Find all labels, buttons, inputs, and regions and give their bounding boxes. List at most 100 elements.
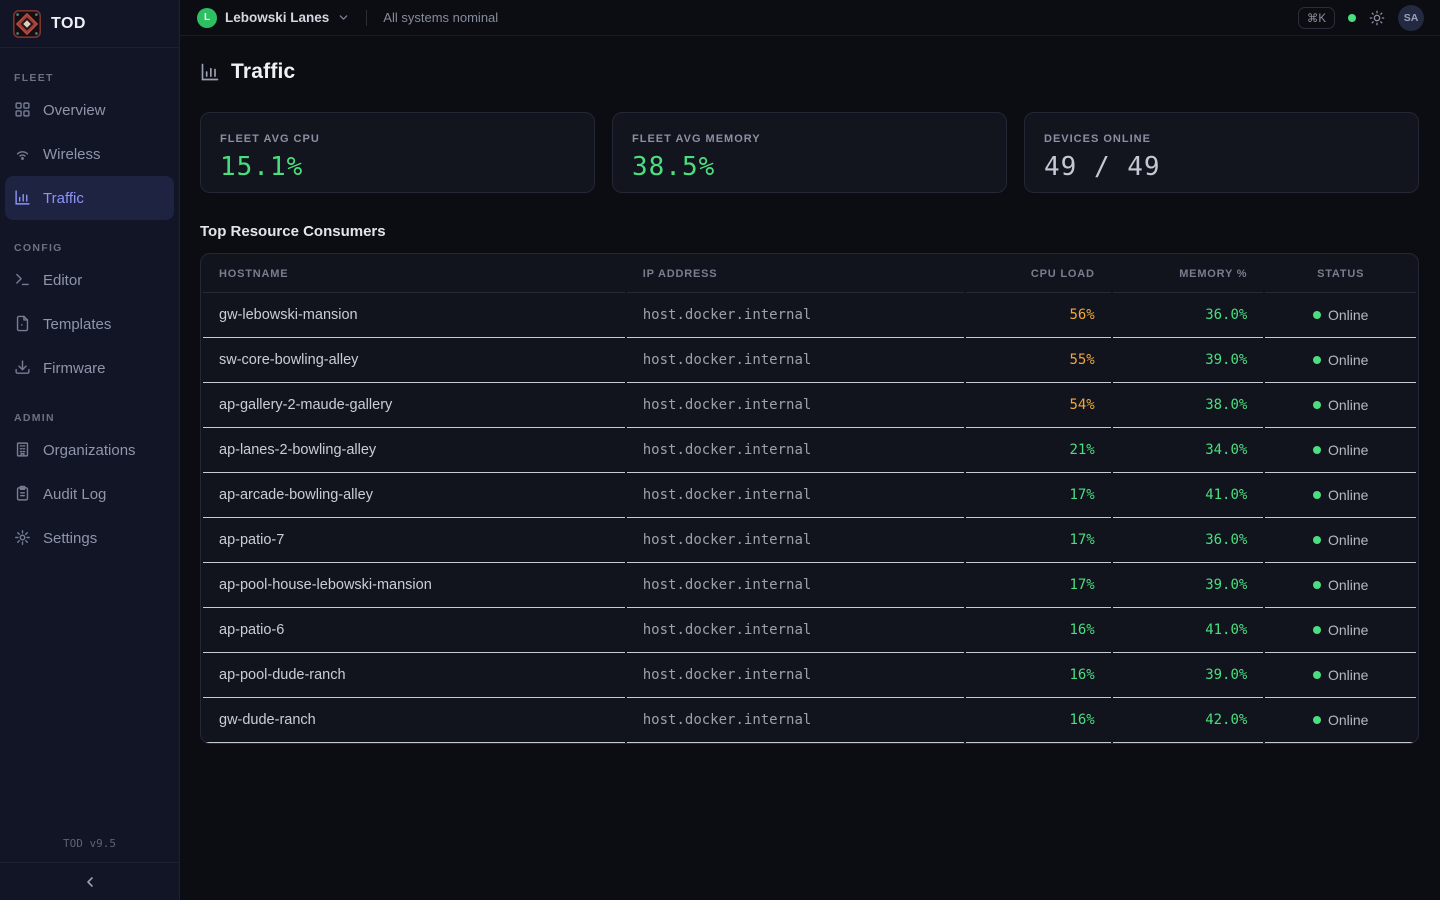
cpu-load-cell: 56% (966, 293, 1111, 338)
sidebar-item-firmware[interactable]: Firmware (5, 346, 174, 390)
online-status-dot (1313, 311, 1321, 319)
status-text: Online (1328, 532, 1368, 548)
status-cell: Online (1265, 698, 1416, 743)
ip-address-cell: host.docker.internal (627, 293, 964, 338)
ip-address-cell: host.docker.internal (627, 518, 964, 563)
content: Traffic FLEET AVG CPU15.1%FLEET AVG MEMO… (180, 36, 1440, 900)
hostname-cell: ap-patio-6 (203, 608, 625, 653)
hostname-cell: sw-core-bowling-alley (203, 338, 625, 383)
sidebar-item-organizations[interactable]: Organizations (5, 428, 174, 472)
status-text: Online (1328, 577, 1368, 593)
stat-value: 15.1% (220, 152, 575, 182)
system-status-text: All systems nominal (383, 10, 498, 25)
column-header-ip-address: IP ADDRESS (627, 254, 964, 293)
stat-card-fleet-avg-cpu: FLEET AVG CPU15.1% (200, 112, 595, 193)
bar-chart-icon (200, 62, 220, 82)
cpu-load-cell: 17% (966, 563, 1111, 608)
status-cell: Online (1265, 518, 1416, 563)
status-cell: Online (1265, 383, 1416, 428)
table-row: ap-lanes-2-bowling-alleyhost.docker.inte… (203, 428, 1416, 473)
sidebar-item-editor[interactable]: Editor (5, 258, 174, 302)
hostname-cell: ap-lanes-2-bowling-alley (203, 428, 625, 473)
ip-address-cell: host.docker.internal (627, 698, 964, 743)
stat-value: 49 / 49 (1044, 152, 1399, 182)
stat-label: DEVICES ONLINE (1044, 133, 1399, 145)
health-status-dot (1348, 14, 1356, 22)
table-row: gw-lebowski-mansionhost.docker.internal5… (203, 293, 1416, 338)
ip-address-cell: host.docker.internal (627, 563, 964, 608)
hostname-cell: ap-gallery-2-maude-gallery (203, 383, 625, 428)
main-column: L Lebowski Lanes All systems nominal ⌘K … (180, 0, 1440, 900)
online-status-dot (1313, 401, 1321, 409)
cpu-load-cell: 17% (966, 473, 1111, 518)
ip-address-cell: host.docker.internal (627, 608, 964, 653)
sidebar-item-wireless[interactable]: Wireless (5, 132, 174, 176)
sidebar-item-templates[interactable]: Templates (5, 302, 174, 346)
online-status-dot (1313, 446, 1321, 454)
sidebar-collapse-button[interactable] (75, 867, 105, 897)
nav-section-label: FLEET (5, 72, 174, 84)
table-section-title: Top Resource Consumers (200, 223, 1419, 240)
hostname-cell: ap-pool-dude-ranch (203, 653, 625, 698)
top-consumers-table-card: HOSTNAMEIP ADDRESSCPU LOADMEMORY %STATUS… (200, 253, 1419, 744)
table-body: gw-lebowski-mansionhost.docker.internal5… (203, 293, 1416, 743)
topbar-right: ⌘K SA (1298, 5, 1424, 31)
sidebar-item-label: Wireless (43, 146, 101, 163)
building-icon (14, 441, 32, 459)
status-text: Online (1328, 712, 1368, 728)
stat-label: FLEET AVG MEMORY (632, 133, 987, 145)
sidebar-item-audit-log[interactable]: Audit Log (5, 472, 174, 516)
org-avatar: L (197, 8, 217, 28)
status-text: Online (1328, 397, 1368, 413)
cpu-load-cell: 55% (966, 338, 1111, 383)
memory-cell: 41.0% (1113, 473, 1264, 518)
table-row: ap-gallery-2-maude-galleryhost.docker.in… (203, 383, 1416, 428)
page-title-row: Traffic (200, 60, 1419, 84)
app-version: TOD v9.5 (0, 827, 179, 862)
online-status-dot (1313, 491, 1321, 499)
cpu-load-cell: 21% (966, 428, 1111, 473)
status-text: Online (1328, 622, 1368, 638)
org-switcher[interactable]: L Lebowski Lanes (197, 8, 350, 28)
online-status-dot (1313, 626, 1321, 634)
grid-icon (14, 101, 32, 119)
sidebar-item-settings[interactable]: Settings (5, 516, 174, 560)
memory-cell: 38.0% (1113, 383, 1264, 428)
theme-toggle-button[interactable] (1369, 10, 1385, 26)
online-status-dot (1313, 581, 1321, 589)
table-row: sw-core-bowling-alleyhost.docker.interna… (203, 338, 1416, 383)
column-header-hostname: HOSTNAME (203, 254, 625, 293)
user-avatar[interactable]: SA (1398, 5, 1424, 31)
sidebar-footer: TOD v9.5 (0, 827, 179, 900)
status-text: Online (1328, 667, 1368, 683)
stat-card-devices-online: DEVICES ONLINE 49 / 49 (1024, 112, 1419, 193)
sidebar-item-traffic[interactable]: Traffic (5, 176, 174, 220)
hostname-cell: gw-lebowski-mansion (203, 293, 625, 338)
topbar-divider (366, 10, 367, 26)
gear-icon (14, 529, 32, 547)
memory-cell: 41.0% (1113, 608, 1264, 653)
ip-address-cell: host.docker.internal (627, 653, 964, 698)
memory-cell: 36.0% (1113, 518, 1264, 563)
status-cell: Online (1265, 428, 1416, 473)
sidebar-item-label: Traffic (43, 190, 84, 207)
chevron-down-icon (337, 11, 350, 24)
command-palette-shortcut[interactable]: ⌘K (1298, 7, 1335, 29)
column-header-status: STATUS (1265, 254, 1416, 293)
clipboard-icon (14, 485, 32, 503)
memory-cell: 39.0% (1113, 653, 1264, 698)
sidebar: TOD FLEETOverviewWirelessTrafficCONFIGEd… (0, 0, 180, 900)
table-row: ap-patio-6host.docker.internal16%41.0% On… (203, 608, 1416, 653)
cpu-load-cell: 16% (966, 608, 1111, 653)
stat-card-fleet-avg-memory: FLEET AVG MEMORY38.5% (612, 112, 1007, 193)
sidebar-item-label: Settings (43, 530, 97, 547)
nav-section-label: ADMIN (5, 412, 174, 424)
status-cell: Online (1265, 473, 1416, 518)
memory-cell: 39.0% (1113, 338, 1264, 383)
terminal-icon (14, 271, 32, 289)
page-title: Traffic (231, 60, 295, 84)
stats-grid: FLEET AVG CPU15.1%FLEET AVG MEMORY38.5%D… (200, 112, 1419, 193)
bar-chart-icon (14, 189, 32, 207)
sidebar-item-overview[interactable]: Overview (5, 88, 174, 132)
org-name: Lebowski Lanes (225, 10, 329, 25)
